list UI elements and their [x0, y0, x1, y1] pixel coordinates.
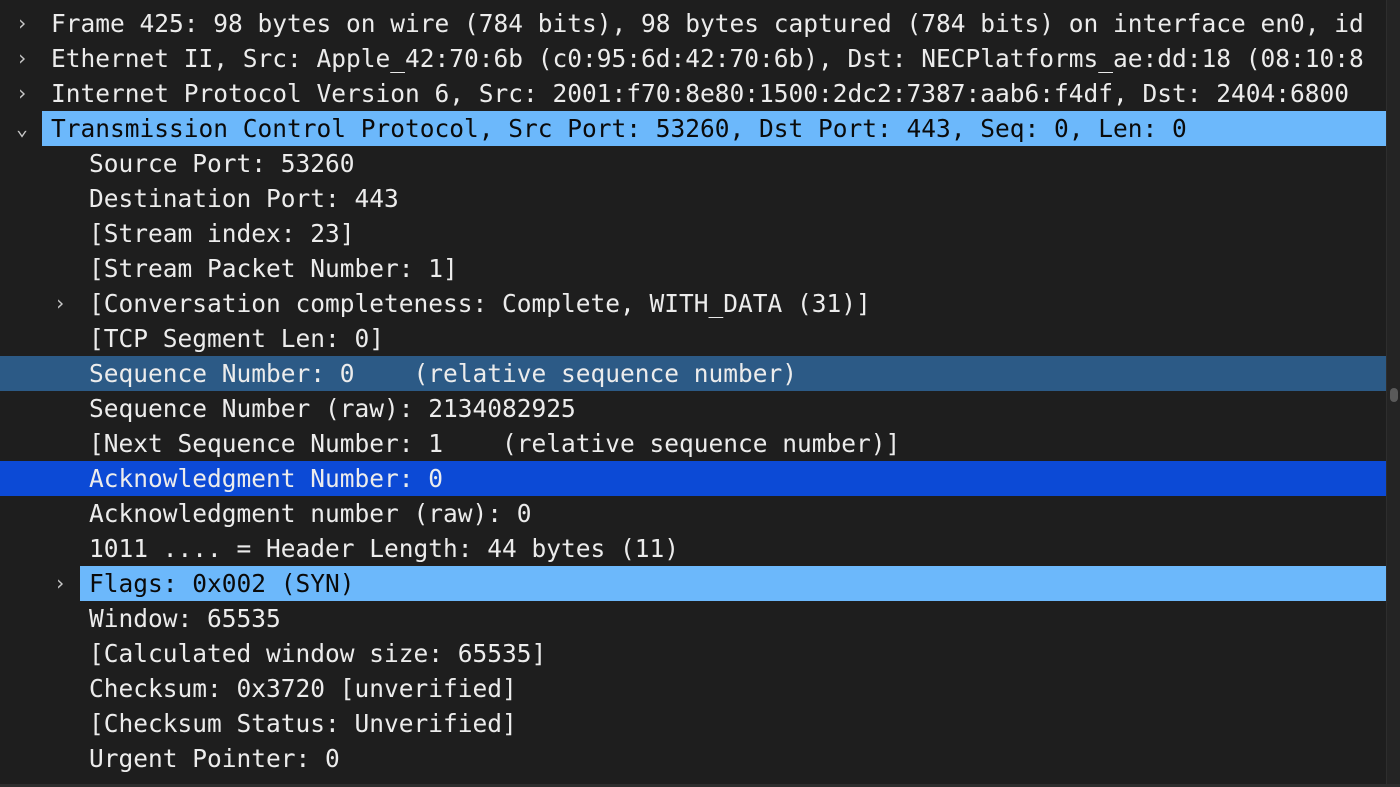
tree-row[interactable]: › Internet Protocol Version 6, Src: 2001:… — [0, 76, 1387, 111]
tree-row[interactable]: ⌄ Transmission Control Protocol, Src Port… — [0, 111, 1387, 146]
tree-row-label: Sequence Number (raw): 2134082925 — [89, 394, 576, 423]
tree-row[interactable]: Sequence Number: 0 (relative sequence nu… — [0, 356, 1387, 391]
scrollbar-thumb[interactable] — [1390, 388, 1398, 402]
tree-row-label: [Stream Packet Number: 1] — [89, 254, 458, 283]
vertical-scrollbar[interactable] — [1386, 0, 1400, 787]
tree-row[interactable]: [Stream Packet Number: 1] — [0, 251, 1387, 286]
tree-row[interactable]: [Stream index: 23] — [0, 216, 1387, 251]
tree-row[interactable]: › Frame 425: 98 bytes on wire (784 bits),… — [0, 6, 1387, 41]
tree-row[interactable]: Acknowledgment number (raw): 0 — [0, 496, 1387, 531]
tree-row-label: Urgent Pointer: 0 — [89, 744, 340, 773]
tree-row-label: Checksum: 0x3720 [unverified] — [89, 674, 517, 703]
tree-row[interactable]: › [Conversation completeness: Complete, W… — [0, 286, 1387, 321]
tree-row-label: [TCP Segment Len: 0] — [89, 324, 385, 353]
tree-row-label: Acknowledgment number (raw): 0 — [89, 499, 532, 528]
collapsed-arrow-icon[interactable]: › — [16, 76, 28, 111]
collapsed-arrow-icon[interactable]: › — [54, 566, 66, 601]
tree-row[interactable]: Checksum: 0x3720 [unverified] — [0, 671, 1387, 706]
tree-row-label: Ethernet II, Src: Apple_42:70:6b (c0:95:… — [51, 44, 1364, 73]
tree-row[interactable]: Window: 65535 — [0, 601, 1387, 636]
collapsed-arrow-icon[interactable]: › — [16, 6, 28, 41]
tree-row-label: Window: 65535 — [89, 604, 281, 633]
tree-row[interactable]: 1011 .... = Header Length: 44 bytes (11) — [0, 531, 1387, 566]
tree-row[interactable]: [Calculated window size: 65535] — [0, 636, 1387, 671]
tree-row[interactable]: › Flags: 0x002 (SYN) — [0, 566, 1387, 601]
collapsed-arrow-icon[interactable]: › — [16, 41, 28, 76]
expanded-arrow-icon[interactable]: ⌄ — [16, 111, 28, 146]
packet-details-tree[interactable]: › Frame 425: 98 bytes on wire (784 bits),… — [0, 0, 1400, 787]
tree-row[interactable]: Acknowledgment Number: 0 — [0, 461, 1387, 496]
tree-row[interactable]: [Next Sequence Number: 1 (relative seque… — [0, 426, 1387, 461]
tree-row-label: [Next Sequence Number: 1 (relative seque… — [89, 429, 901, 458]
tree-row-label: Transmission Control Protocol, Src Port:… — [51, 114, 1187, 143]
tree-row[interactable]: Destination Port: 443 — [0, 181, 1387, 216]
tree-row[interactable]: Sequence Number (raw): 2134082925 — [0, 391, 1387, 426]
tree-row-label: [Conversation completeness: Complete, WI… — [89, 289, 871, 318]
tree-row[interactable]: Source Port: 53260 — [0, 146, 1387, 181]
tree-row-label: Acknowledgment Number: 0 — [89, 464, 444, 493]
tree-row-label: Flags: 0x002 (SYN) — [89, 569, 355, 598]
tree-row-label: 1011 .... = Header Length: 44 bytes (11) — [89, 534, 680, 563]
tree-row-label: [Checksum Status: Unverified] — [89, 709, 517, 738]
tree-row-label: Sequence Number: 0 (relative sequence nu… — [89, 359, 798, 388]
tree-row-label: Frame 425: 98 bytes on wire (784 bits), … — [51, 9, 1364, 38]
tree-row[interactable]: [TCP Segment Len: 0] — [0, 321, 1387, 356]
tree-row[interactable]: › Ethernet II, Src: Apple_42:70:6b (c0:95… — [0, 41, 1387, 76]
tree-row-label: Internet Protocol Version 6, Src: 2001:f… — [51, 79, 1350, 108]
tree-row-label: [Calculated window size: 65535] — [89, 639, 547, 668]
tree-row-label: Source Port: 53260 — [89, 149, 355, 178]
tree-row[interactable]: Urgent Pointer: 0 — [0, 741, 1387, 776]
tree-row-label: Destination Port: 443 — [89, 184, 399, 213]
tree-row-label: [Stream index: 23] — [89, 219, 355, 248]
tree-row[interactable]: [Checksum Status: Unverified] — [0, 706, 1387, 741]
collapsed-arrow-icon[interactable]: › — [54, 286, 66, 321]
